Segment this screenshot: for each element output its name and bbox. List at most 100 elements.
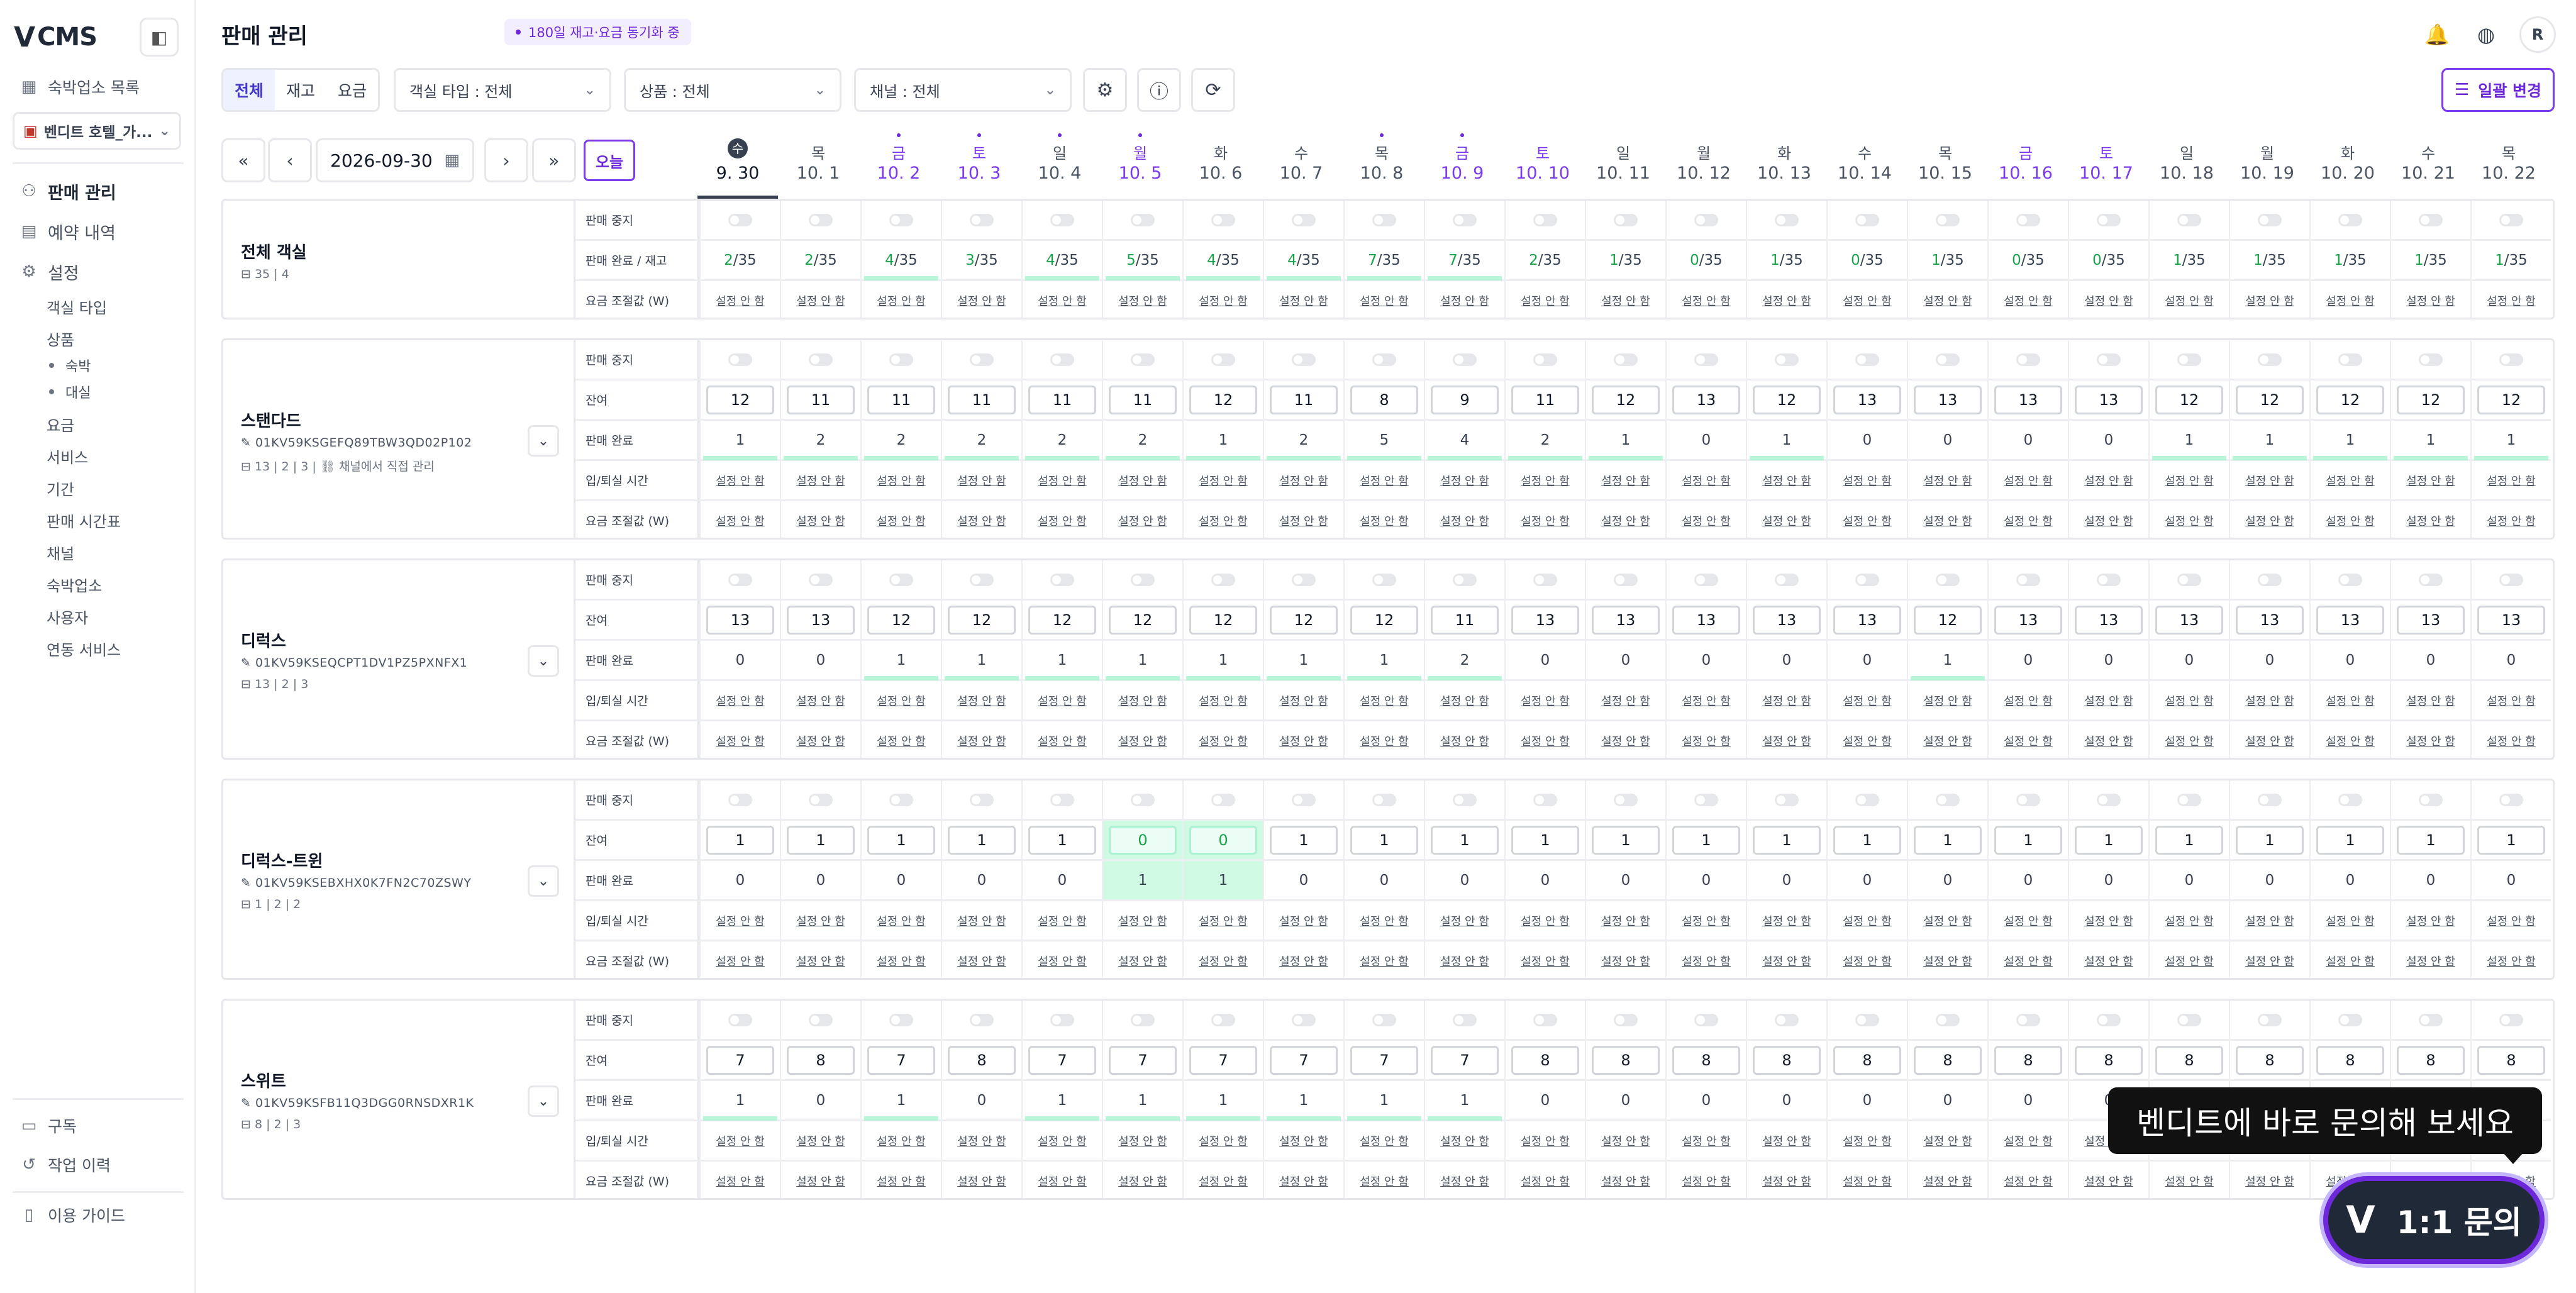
sales-stop-toggle[interactable] (1453, 353, 1477, 366)
checkin-time-link[interactable]: 설정 안 함 (2245, 692, 2294, 709)
remaining-input[interactable]: 12 (1914, 605, 1982, 635)
rate-adjust-link[interactable]: 설정 안 함 (1601, 1173, 1650, 1189)
sales-stop-toggle[interactable] (2177, 353, 2201, 366)
remaining-input[interactable]: 13 (1753, 605, 1821, 635)
rate-adjust-link[interactable]: 설정 안 함 (796, 513, 845, 529)
remaining-input[interactable]: 11 (1270, 385, 1338, 414)
rate-adjust-link[interactable]: 설정 안 함 (957, 1173, 1006, 1189)
rate-adjust-link[interactable]: 설정 안 함 (1440, 953, 1489, 969)
date-column-header[interactable]: 토 10. 10 (1502, 132, 1583, 199)
remaining-input[interactable]: 7 (867, 1045, 935, 1075)
checkin-time-link[interactable]: 설정 안 함 (716, 913, 765, 929)
sales-stop-toggle[interactable] (889, 1013, 913, 1026)
sales-stop-toggle[interactable] (1855, 1013, 1879, 1026)
remaining-input[interactable]: 13 (2397, 605, 2465, 635)
date-column-header[interactable]: 토 10. 17 (2066, 132, 2146, 199)
date-column-header[interactable]: 목 10. 1 (778, 132, 858, 199)
rate-adjust-link[interactable]: 설정 안 함 (1360, 733, 1409, 749)
rate-adjust-link[interactable]: 설정 안 함 (1521, 1173, 1570, 1189)
checkin-time-link[interactable]: 설정 안 함 (2165, 472, 2214, 489)
sidebar-sub-room-type[interactable]: 객실 타입 (47, 294, 107, 318)
sales-stop-toggle[interactable] (2338, 573, 2362, 586)
rate-adjust-link[interactable]: 설정 안 함 (1118, 513, 1167, 529)
sales-stop-toggle[interactable] (889, 353, 913, 366)
sales-stop-toggle[interactable] (809, 353, 833, 366)
checkin-time-link[interactable]: 설정 안 함 (2084, 913, 2133, 929)
rate-adjust-link[interactable]: 설정 안 함 (2245, 953, 2294, 969)
room-type-dropdown[interactable]: 객실 타입 : 전체 ⌄ (394, 68, 611, 112)
rate-adjust-link[interactable]: 설정 안 함 (2165, 292, 2214, 309)
remaining-input[interactable]: 13 (1833, 605, 1901, 635)
sales-stop-toggle[interactable] (2097, 213, 2121, 226)
checkin-time-link[interactable]: 설정 안 함 (1601, 692, 1650, 709)
rate-adjust-link[interactable]: 설정 안 함 (796, 733, 845, 749)
remaining-input[interactable]: 13 (2236, 605, 2304, 635)
expand-room-button[interactable]: ⌄ (528, 425, 559, 457)
sales-stop-toggle[interactable] (2016, 1013, 2040, 1026)
remaining-input[interactable]: 12 (1592, 385, 1660, 414)
remaining-input[interactable]: 1 (2316, 825, 2384, 855)
checkin-time-link[interactable]: 설정 안 함 (1360, 472, 1409, 489)
remaining-input[interactable]: 11 (1431, 605, 1499, 635)
checkin-time-link[interactable]: 설정 안 함 (2084, 472, 2133, 489)
refresh-button[interactable]: ⟳ (1191, 68, 1235, 112)
checkin-time-link[interactable]: 설정 안 함 (796, 1133, 845, 1149)
sales-stop-toggle[interactable] (1936, 213, 1960, 226)
tab-stock[interactable]: 재고 (275, 70, 326, 110)
checkin-time-link[interactable]: 설정 안 함 (1038, 1133, 1087, 1149)
remaining-input[interactable]: 1 (1994, 825, 2062, 855)
rate-adjust-link[interactable]: 설정 안 함 (1762, 733, 1811, 749)
remaining-input[interactable]: 1 (787, 825, 855, 855)
remaining-input[interactable]: 1 (1350, 825, 1418, 855)
rate-adjust-link[interactable]: 설정 안 함 (2165, 1173, 2214, 1189)
remaining-input[interactable]: 1 (1833, 825, 1901, 855)
rate-adjust-link[interactable]: 설정 안 함 (1923, 292, 1972, 309)
sales-stop-toggle[interactable] (2177, 213, 2201, 226)
rate-adjust-link[interactable]: 설정 안 함 (2004, 1173, 2053, 1189)
sales-stop-toggle[interactable] (2419, 793, 2443, 806)
rate-adjust-link[interactable]: 설정 안 함 (1762, 1173, 1811, 1189)
sales-stop-toggle[interactable] (1936, 353, 1960, 366)
rate-adjust-link[interactable]: 설정 안 함 (1199, 292, 1248, 309)
checkin-time-link[interactable]: 설정 안 함 (2406, 913, 2455, 929)
rate-adjust-link[interactable]: 설정 안 함 (716, 513, 765, 529)
date-column-header[interactable]: 수 9. 30 (697, 132, 778, 199)
remaining-input[interactable]: 7 (1109, 1045, 1177, 1075)
checkin-time-link[interactable]: 설정 안 함 (1682, 1133, 1731, 1149)
checkin-time-link[interactable]: 설정 안 함 (1038, 472, 1087, 489)
rate-adjust-link[interactable]: 설정 안 함 (1118, 292, 1167, 309)
checkin-time-link[interactable]: 설정 안 함 (1440, 1133, 1489, 1149)
date-column-header[interactable]: 토 10. 3 (939, 132, 1019, 199)
checkin-time-link[interactable]: 설정 안 함 (1521, 472, 1570, 489)
remaining-input[interactable]: 11 (787, 385, 855, 414)
rate-adjust-link[interactable]: 설정 안 함 (1279, 953, 1328, 969)
sales-stop-toggle[interactable] (1614, 793, 1638, 806)
notification-bell-icon[interactable]: 🔔 (2419, 16, 2455, 53)
rate-adjust-link[interactable]: 설정 안 함 (2487, 733, 2536, 749)
checkin-time-link[interactable]: 설정 안 함 (1279, 692, 1328, 709)
sales-stop-toggle[interactable] (1131, 573, 1155, 586)
date-column-header[interactable]: 수 10. 14 (1824, 132, 1905, 199)
checkin-time-link[interactable]: 설정 안 함 (2406, 692, 2455, 709)
remaining-input[interactable]: 12 (2316, 385, 2384, 414)
sales-stop-toggle[interactable] (2097, 353, 2121, 366)
remaining-input[interactable]: 12 (2477, 385, 2545, 414)
checkin-time-link[interactable]: 설정 안 함 (1601, 913, 1650, 929)
channel-dropdown[interactable]: 채널 : 전체 ⌄ (854, 68, 1072, 112)
sales-stop-toggle[interactable] (1775, 573, 1799, 586)
sales-stop-toggle[interactable] (889, 213, 913, 226)
rate-adjust-link[interactable]: 설정 안 함 (2406, 292, 2455, 309)
checkin-time-link[interactable]: 설정 안 함 (2004, 472, 2053, 489)
date-column-header[interactable]: 금 10. 16 (1985, 132, 2066, 199)
sales-stop-toggle[interactable] (1614, 573, 1638, 586)
prev-button[interactable]: ‹ (268, 138, 312, 182)
rate-adjust-link[interactable]: 설정 안 함 (1360, 1173, 1409, 1189)
sales-stop-toggle[interactable] (1131, 213, 1155, 226)
remaining-input[interactable]: 11 (867, 385, 935, 414)
expand-room-button[interactable]: ⌄ (528, 1085, 559, 1117)
sales-stop-toggle[interactable] (1694, 1013, 1718, 1026)
sales-stop-toggle[interactable] (1292, 1013, 1316, 1026)
date-column-header[interactable]: 월 10. 19 (2227, 132, 2307, 199)
rate-adjust-link[interactable]: 설정 안 함 (1521, 953, 1570, 969)
rate-adjust-link[interactable]: 설정 안 함 (1601, 292, 1650, 309)
